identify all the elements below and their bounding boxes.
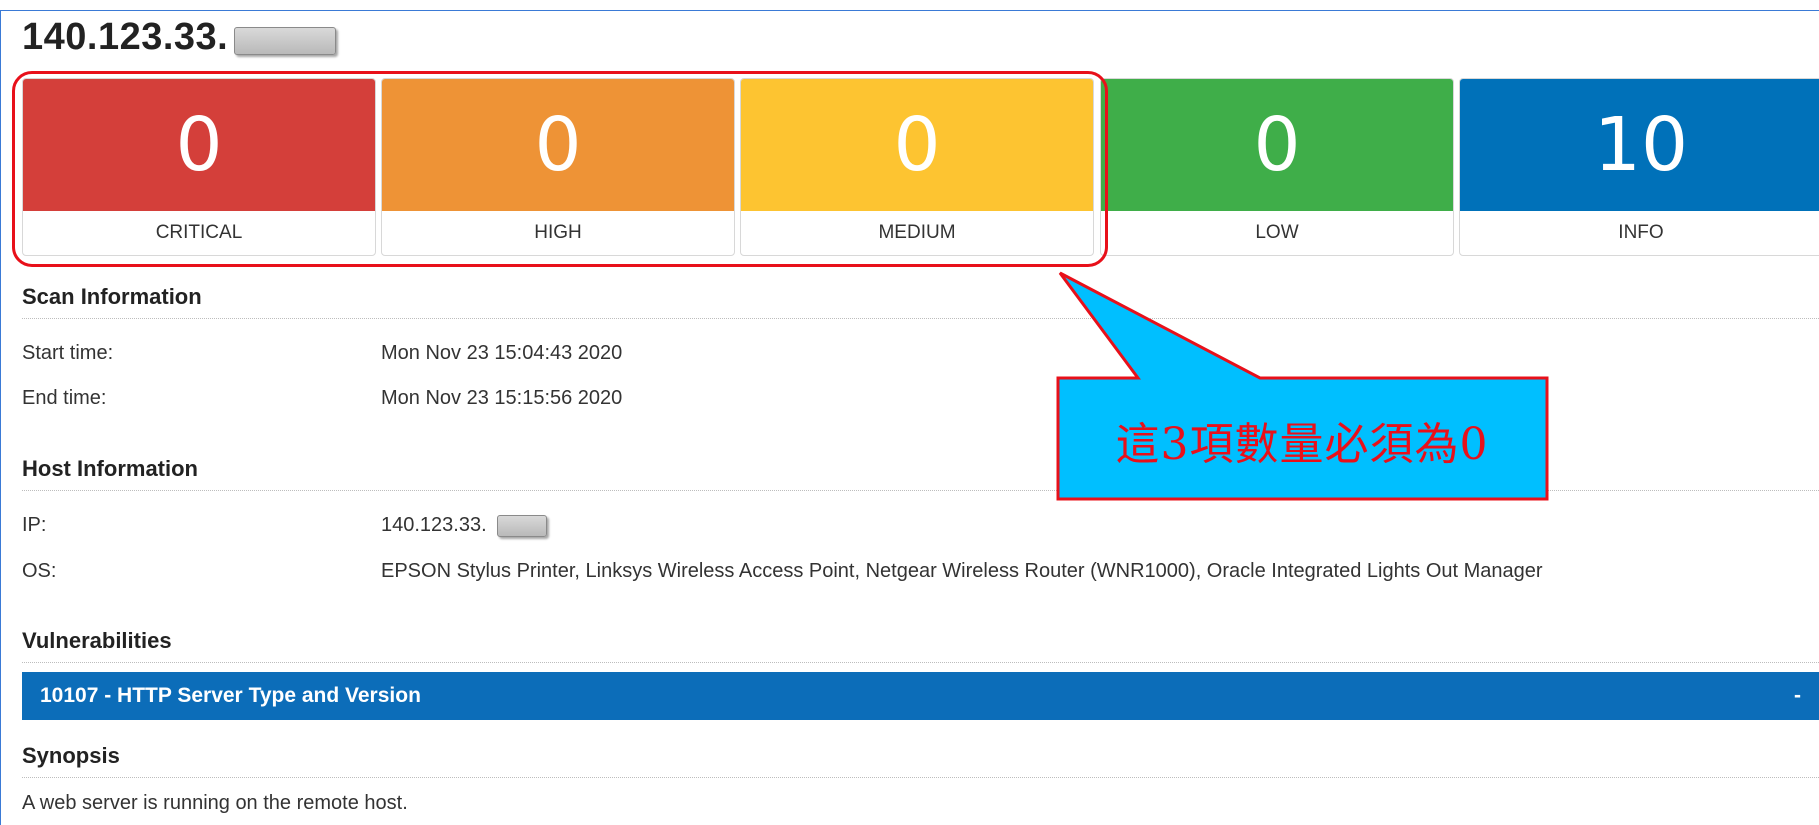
redacted-ip-suffix [234,27,336,55]
highlight-outline [12,71,1108,267]
vulnerability-item-title: 10107 - HTTP Server Type and Version [40,684,421,707]
start-time-value: Mon Nov 23 15:04:43 2020 [381,342,623,364]
end-time-value: Mon Nov 23 15:15:56 2020 [381,387,623,409]
severity-low-label: LOW [1255,222,1299,243]
end-time-label: End time: [22,387,107,409]
os-label: OS: [22,560,57,582]
start-time-label: Start time: [22,342,114,364]
divider [22,662,1819,663]
vulnerabilities-title: Vulnerabilities [22,628,172,653]
severity-low-count: 0 [1101,79,1453,211]
os-value: EPSON Stylus Printer, Linksys Wireless A… [381,560,1543,582]
callout-text: 這3項數量必須為0 [1115,419,1489,470]
divider [22,777,1819,778]
severity-info-box: 10 INFO [1459,78,1819,256]
severity-low-box: 0 LOW [1100,78,1454,256]
redacted-ip-suffix [497,515,547,537]
host-title: 140.123.33. [22,16,229,58]
ip-value: 140.123.33. [381,514,487,536]
severity-info-label: INFO [1618,222,1664,243]
host-info-title: Host Information [22,456,198,481]
scan-info-title: Scan Information [22,284,202,309]
synopsis-title: Synopsis [22,743,120,768]
ip-label: IP: [22,514,47,536]
collapse-toggle[interactable]: - [1794,684,1801,708]
vulnerability-item-header[interactable]: 10107 - HTTP Server Type and Version - [22,672,1819,720]
severity-info-count: 10 [1460,79,1819,211]
synopsis-text: A web server is running on the remote ho… [22,792,408,814]
